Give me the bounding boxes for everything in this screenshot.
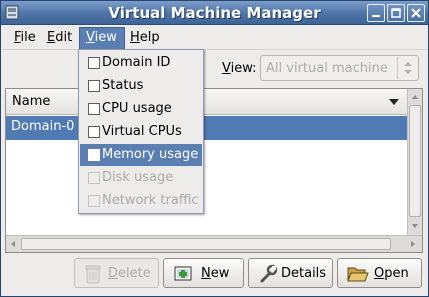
- menu-item-memory-usage[interactable]: Memory usage: [80, 144, 202, 166]
- minimize-icon: [372, 15, 380, 17]
- checkbox-icon[interactable]: [88, 126, 100, 138]
- vm-name: Domain-0: [11, 119, 75, 134]
- trash-icon: [85, 265, 101, 284]
- checkbox-icon[interactable]: [88, 149, 100, 161]
- menu-item-domain-id[interactable]: Domain ID: [80, 52, 202, 74]
- horizontal-scrollbar[interactable]: [6, 235, 422, 252]
- menu-item-cpu-usage[interactable]: CPU usage: [80, 98, 202, 120]
- menu-item-label: CPU usage: [102, 101, 172, 116]
- close-button[interactable]: [407, 4, 425, 22]
- table-row[interactable]: Domain-0: [6, 116, 407, 140]
- menu-item-network-traffic: Network traffic: [80, 190, 202, 212]
- menu-item-status[interactable]: Status: [80, 75, 202, 97]
- spin-arrows-icon: [397, 57, 417, 79]
- minimize-button[interactable]: [367, 4, 385, 22]
- window-title: Virtual Machine Manager: [108, 4, 321, 22]
- open-button[interactable]: Open: [337, 258, 422, 288]
- main-window: Virtual Machine Manager File Edit View H…: [0, 0, 429, 297]
- menu-item-virtual-cpus[interactable]: Virtual CPUs: [80, 121, 202, 143]
- new-label-rest: ew: [210, 266, 230, 281]
- menu-bar: File Edit View Help: [2, 26, 427, 50]
- menu-view-mnemonic: V: [86, 30, 95, 45]
- menu-edit-label: dit: [55, 30, 73, 45]
- menu-file-label: ile: [20, 30, 36, 45]
- column-header-label: Name: [12, 94, 51, 109]
- column-header-name[interactable]: Name: [6, 89, 407, 115]
- sort-down-icon: [389, 99, 399, 105]
- delete-button[interactable]: Delete: [74, 258, 159, 288]
- view-filter-mnemonic: V: [222, 61, 231, 76]
- view-filter-value: All virtual machine: [266, 61, 388, 76]
- menu-edit-mnemonic: E: [47, 30, 56, 45]
- scroll-right-icon[interactable]: [408, 239, 418, 249]
- checkbox-icon[interactable]: [88, 80, 100, 92]
- folder-open-icon: [347, 267, 369, 282]
- delete-label: Delete: [108, 266, 151, 281]
- delete-mnemonic: D: [108, 266, 119, 281]
- title-bar[interactable]: Virtual Machine Manager: [1, 1, 428, 25]
- maximize-icon: [391, 8, 401, 18]
- menu-item-label: Status: [102, 78, 144, 93]
- new-mnemonic: N: [201, 266, 211, 281]
- scroll-down-icon[interactable]: [409, 220, 421, 232]
- delete-label-rest: elete: [118, 266, 151, 281]
- checkbox-icon[interactable]: [88, 103, 100, 115]
- checkbox-icon: [88, 172, 100, 184]
- checkbox-icon[interactable]: [88, 57, 100, 69]
- vm-list[interactable]: Name Domain-0: [5, 88, 423, 253]
- menu-view-label: iew: [94, 30, 117, 45]
- new-vm-icon: [174, 266, 192, 281]
- menu-file[interactable]: File: [10, 29, 40, 48]
- vertical-scrollbar[interactable]: [407, 89, 422, 235]
- view-filter-label: View:: [222, 61, 257, 76]
- menu-help[interactable]: Help: [126, 29, 164, 48]
- menu-item-disk-usage: Disk usage: [80, 167, 202, 189]
- menu-item-label: Virtual CPUs: [102, 124, 182, 139]
- menu-item-label: Domain ID: [102, 55, 171, 70]
- open-label-rest: pen: [384, 266, 409, 281]
- horizontal-scroll-thumb[interactable]: [21, 238, 391, 250]
- scroll-up-icon[interactable]: [409, 91, 421, 103]
- open-label: Open: [374, 266, 409, 281]
- new-label: New: [201, 266, 229, 281]
- details-button[interactable]: Details: [248, 258, 333, 288]
- scroll-left-icon[interactable]: [8, 239, 18, 249]
- view-menu-dropdown: Domain ID Status CPU usage Virtual CPUs …: [78, 49, 204, 214]
- maximize-button[interactable]: [387, 4, 405, 22]
- vertical-scroll-thumb[interactable]: [409, 105, 421, 217]
- menu-item-label: Disk usage: [102, 170, 174, 185]
- view-filter-combo[interactable]: All virtual machine: [260, 55, 419, 81]
- checkbox-icon: [88, 195, 100, 207]
- details-label: Details: [281, 266, 327, 281]
- menu-edit[interactable]: Edit: [43, 29, 76, 48]
- new-button[interactable]: New: [163, 258, 244, 288]
- open-mnemonic: O: [374, 266, 385, 281]
- menu-item-label: Network traffic: [102, 193, 199, 208]
- menu-help-mnemonic: H: [130, 30, 140, 45]
- view-filter-label-text: iew:: [230, 61, 257, 76]
- close-icon: [411, 8, 421, 18]
- menu-item-label: Memory usage: [102, 147, 199, 162]
- menu-view[interactable]: View: [79, 27, 125, 49]
- menu-help-label: elp: [139, 30, 160, 45]
- wrench-icon: [260, 264, 278, 283]
